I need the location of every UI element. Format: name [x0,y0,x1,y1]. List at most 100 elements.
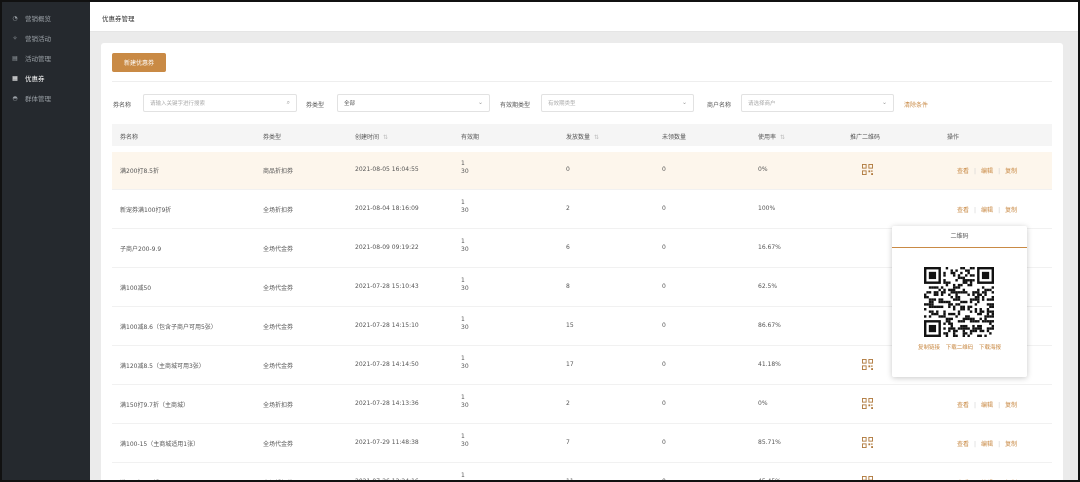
copy-coupon-link[interactable]: 复制 [1005,168,1017,175]
validity-line: 1 [461,433,465,440]
cell-validity: 130 [461,199,469,215]
table-row: 满200打8.5折 商品折扣券 2021-08-05 16:04:55 0 0 0% 1 30… [112,152,1052,190]
cell-validity: 130 [461,472,469,482]
view-link[interactable]: 查看 [957,207,969,214]
cell-created: 2021-07-26 12:24:16 [355,478,419,482]
cell-type: 全场代金券 [263,246,294,253]
validity-line: 30 [461,285,469,292]
copy-coupon-link[interactable]: 复制 [1005,402,1017,409]
cell-validity: 130 [461,238,469,254]
sidebar-item-overview[interactable]: ◔ 营销概览 [0,8,90,28]
qrcode-icon[interactable] [862,398,873,409]
copy-coupon-link[interactable]: 复制 [1005,207,1017,214]
top-indicator [381,0,407,2]
cell-rate: 100% [758,205,776,212]
cell-unclaimed: 0 [662,400,666,407]
calendar-icon: ▤ [12,54,18,62]
sidebar-item-campaigns[interactable]: ✧ 营销活动 [0,28,90,48]
cell-created: 2021-07-28 14:13:36 [355,400,419,407]
col-actions: 操作 [947,134,960,141]
search-input[interactable]: 请输入关键字进行搜索 ⌕ [143,94,297,112]
sidebar-item-label: 营销概览 [25,15,51,23]
validity-type-select[interactable]: 有效期类型 ⌄ [541,94,694,112]
copy-link[interactable]: 复制链接 [918,345,940,351]
content-card: 新建优惠券 券名称 请输入关键字进行搜索 ⌕ 券类型 全部 ⌄ 有效期类型 有效… [101,43,1063,482]
cell-rate: 45.45% [758,478,781,482]
table-row: 满150打9.7折（主商城） 全场折扣券 2021-07-28 14:13:36 2 0… [112,386,1052,424]
edit-link[interactable]: 编辑 [981,168,993,175]
cell-name: 子商户200-9.9 [120,246,162,253]
sidebar-item-groups[interactable]: ◓ 群体管理 [0,88,90,108]
download-qrcode-link[interactable]: 下载二维码 [946,345,974,351]
cell-issued: 0 [566,166,570,173]
coupon-type-select[interactable]: 全部 ⌄ [337,94,490,112]
cell-issued: 2 [566,205,570,212]
edit-link[interactable]: 编辑 [981,402,993,409]
view-link[interactable]: 查看 [957,402,969,409]
cell-name: 满150打9.7折（主商城） [120,402,189,409]
copy-coupon-link[interactable]: 复制 [1005,441,1017,448]
view-link[interactable]: 查看 [957,168,969,175]
view-link[interactable]: 查看 [957,441,969,448]
validity-line: 1 [461,316,465,323]
download-poster-link[interactable]: 下载海报 [979,345,1001,351]
cell-created: 2021-07-28 15:10:43 [355,283,419,290]
filter-type-label: 券类型 [306,102,325,109]
qrcode-icon[interactable] [862,164,873,175]
col-qrcode: 推广二维码 [850,134,881,141]
coupon-icon: ▦ [12,74,18,82]
qrcode-icon[interactable] [862,476,873,482]
separator: | [974,402,977,409]
sort-icon[interactable]: ⇅ [383,134,388,141]
cell-unclaimed: 0 [662,478,666,482]
merchant-select[interactable]: 请选择商户 ⌄ [741,94,894,112]
col-rate[interactable]: 使用率 ⇅ [758,132,785,141]
coupon-type-value: 全部 [344,101,356,107]
cell-unclaimed: 0 [662,205,666,212]
cell-created: 2021-07-29 11:48:38 [355,439,419,446]
edit-link[interactable]: 编辑 [981,207,993,214]
cell-rate: 16.67% [758,244,781,251]
filter-merchant-label: 商户名称 [707,102,732,109]
row-actions: 查看 | 编辑 | 复制 [957,439,1017,448]
cell-type: 全场代金券 [263,285,294,292]
new-coupon-button[interactable]: 新建优惠券 [112,53,166,72]
cell-name: 满100减8.6（包含子商户可用5张） [120,324,217,331]
cell-type: 全场折扣券 [263,207,294,214]
sidebar: ◔ 营销概览 ✧ 营销活动 ▤ 活动管理 ▦ 优惠券 ◓ 群体管理 [0,0,90,482]
search-icon[interactable]: ⌕ [287,99,290,107]
row-actions: 查看 | 编辑 | 复制 [957,400,1017,409]
cell-rate: 0% [758,166,768,173]
cell-validity: 130 [461,355,469,371]
sidebar-item-coupons[interactable]: ▦ 优惠券 [0,68,90,88]
cell-unclaimed: 0 [662,283,666,290]
qrcode-image [924,267,994,337]
edit-link[interactable]: 编辑 [981,441,993,448]
filter-validity-label: 有效期类型 [500,102,531,109]
validity-line: 30 [461,402,469,409]
cell-name: 满100-15（主商城适用1张） [120,441,200,448]
cell-created: 2021-07-28 14:15:10 [355,322,419,329]
cell-issued: 17 [566,361,574,368]
page-header: 优惠券管理 [90,0,1080,32]
cell-issued: 11 [566,478,574,482]
col-issued[interactable]: 发放数量 ⇅ [566,132,599,141]
col-unclaimed: 未领数量 [662,134,687,141]
separator: | [974,168,977,175]
sidebar-item-activity-management[interactable]: ▤ 活动管理 [0,48,90,68]
col-created[interactable]: 创建时间 ⇅ [355,132,388,141]
qrcode-icon[interactable] [862,437,873,448]
qrcode-popover: 二维码 复制链接 下载二维码 下载海报 [892,226,1027,377]
col-issued-label: 发放数量 [566,134,591,141]
cell-rate: 0% [758,400,768,407]
sidebar-item-label: 群体管理 [25,95,51,103]
qrcode-icon[interactable] [862,359,873,370]
cell-name: 满100打8.8折 [120,478,159,482]
cell-rate: 85.71% [758,439,781,446]
sidebar-item-label: 优惠券 [25,75,45,83]
clear-filters-link[interactable]: 清除条件 [904,100,928,109]
validity-line: 30 [461,441,469,448]
cell-unclaimed: 0 [662,244,666,251]
sort-icon[interactable]: ⇅ [594,134,599,141]
sort-icon[interactable]: ⇅ [780,134,785,141]
